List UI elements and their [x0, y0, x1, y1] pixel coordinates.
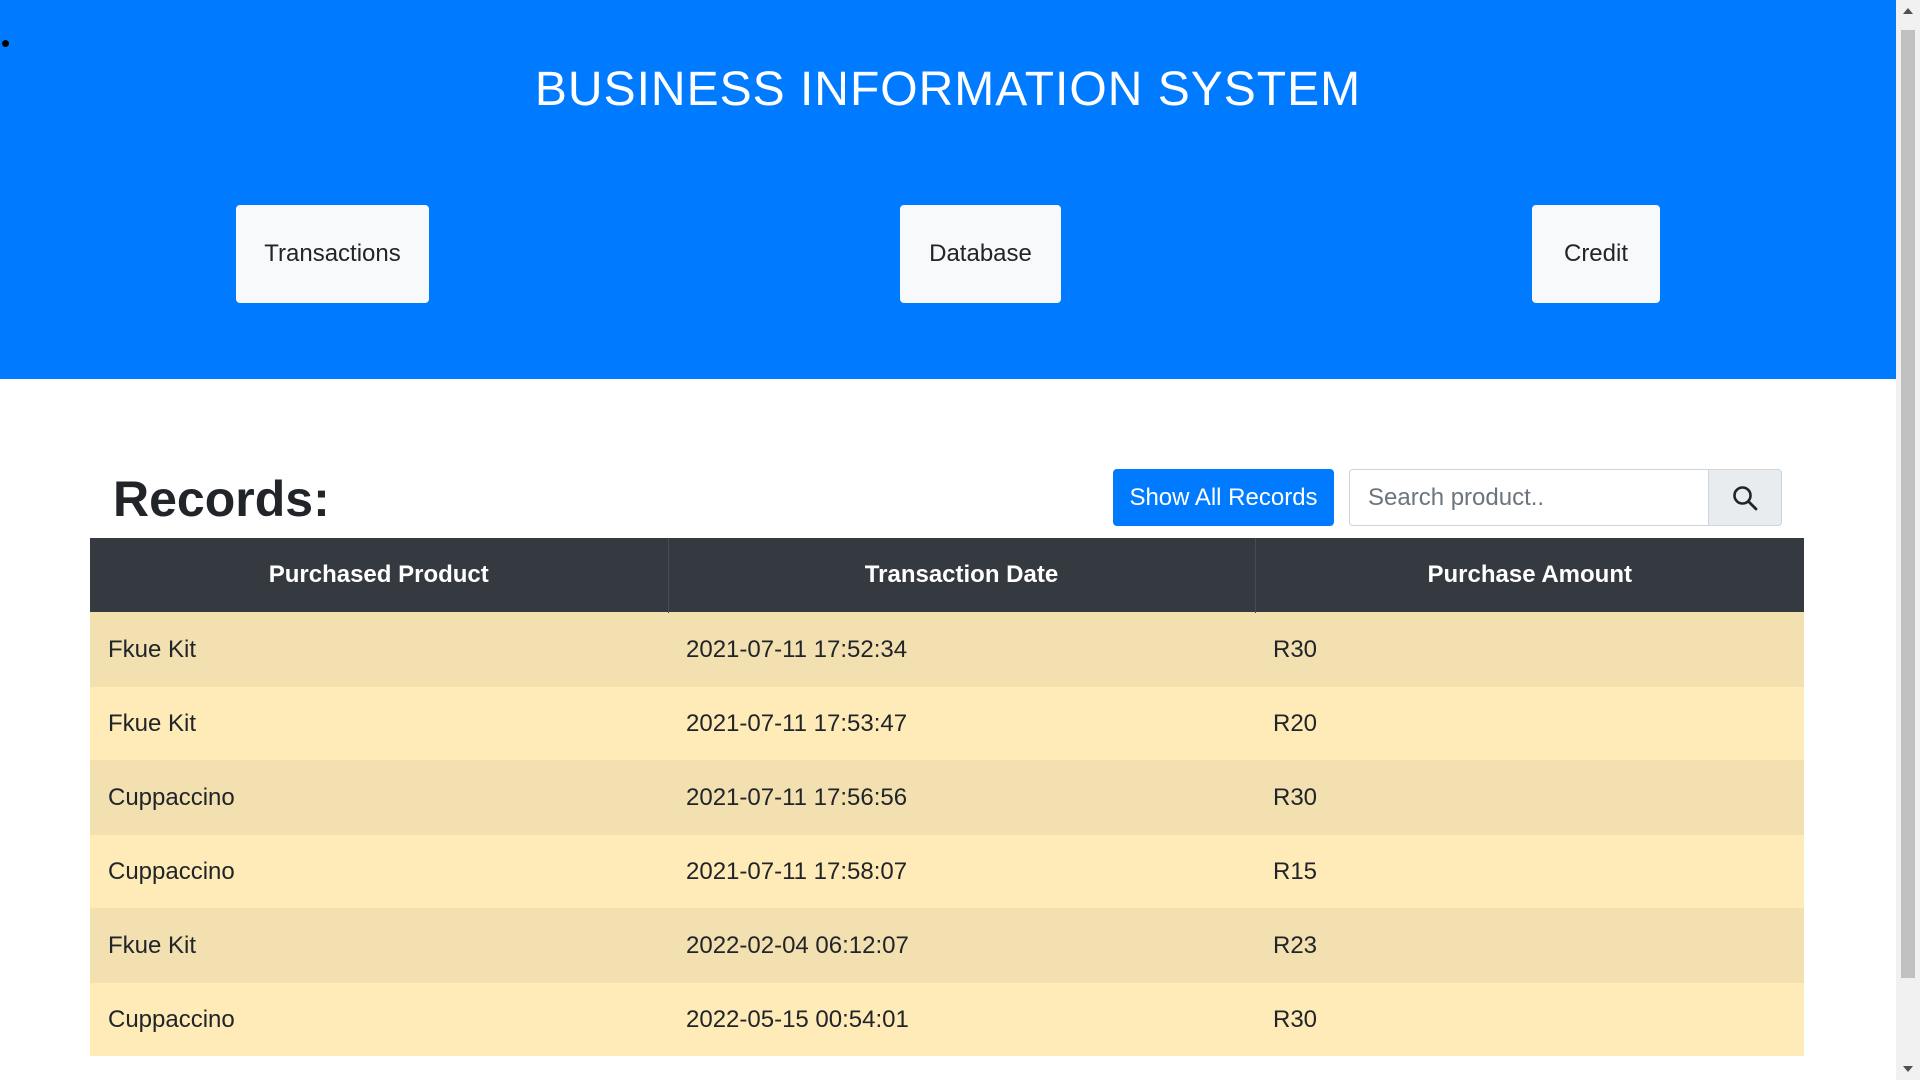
- date-cell: 2022-05-15 00:54:01: [668, 982, 1255, 1056]
- product-cell: Fkue Kit: [90, 612, 668, 687]
- date-cell: 2021-07-11 17:58:07: [668, 834, 1255, 909]
- date-cell: 2022-02-04 06:12:07: [668, 908, 1255, 983]
- table-row[interactable]: Fkue Kit 2021-07-11 17:53:47 R20: [90, 686, 1804, 761]
- column-header-transaction-date[interactable]: Transaction Date: [668, 538, 1256, 613]
- date-cell: 2021-07-11 17:52:34: [668, 612, 1255, 687]
- vertical-scrollbar[interactable]: [1896, 0, 1920, 1080]
- bullet-dot: [2, 40, 9, 47]
- product-cell: Fkue Kit: [90, 686, 668, 761]
- product-cell: Cuppaccino: [90, 982, 668, 1056]
- search-button[interactable]: [1708, 469, 1782, 526]
- table-row[interactable]: Cuppaccino 2021-07-11 17:56:56 R30: [90, 760, 1804, 835]
- amount-cell: R30: [1255, 982, 1804, 1056]
- column-header-purchase-amount[interactable]: Purchase Amount: [1255, 538, 1804, 613]
- main-content: BUSINESS INFORMATION SYSTEM Transactions…: [0, 0, 1896, 1080]
- scroll-down-arrow-icon[interactable]: [1903, 1066, 1913, 1072]
- table-body: Fkue Kit 2021-07-11 17:52:34 R30 Fkue Ki…: [90, 612, 1804, 1056]
- scrollbar-thumb[interactable]: [1901, 30, 1915, 978]
- date-cell: 2021-07-11 17:53:47: [668, 686, 1255, 761]
- transactions-button[interactable]: Transactions: [236, 205, 429, 303]
- amount-cell: R30: [1255, 612, 1804, 687]
- table-row[interactable]: Cuppaccino 2022-05-15 00:54:01 R30: [90, 982, 1804, 1056]
- table-row[interactable]: Fkue Kit 2022-02-04 06:12:07 R23: [90, 908, 1804, 983]
- page: BUSINESS INFORMATION SYSTEM Transactions…: [0, 0, 1920, 1080]
- show-all-records-button[interactable]: Show All Records: [1113, 469, 1334, 526]
- product-cell: Cuppaccino: [90, 760, 668, 835]
- product-cell: Fkue Kit: [90, 908, 668, 983]
- records-heading: Records:: [113, 471, 330, 527]
- credit-button[interactable]: Credit: [1532, 205, 1660, 303]
- date-cell: 2021-07-11 17:56:56: [668, 760, 1255, 835]
- scroll-up-arrow-icon[interactable]: [1903, 8, 1913, 14]
- app-title: BUSINESS INFORMATION SYSTEM: [534, 63, 1362, 116]
- database-button[interactable]: Database: [900, 205, 1061, 303]
- table-row[interactable]: Cuppaccino 2021-07-11 17:58:07 R15: [90, 834, 1804, 909]
- records-table: Purchased Product Transaction Date Purch…: [90, 538, 1804, 1056]
- search-icon: [1733, 485, 1758, 510]
- header-banner: BUSINESS INFORMATION SYSTEM Transactions…: [0, 0, 1896, 379]
- table-row[interactable]: Fkue Kit 2021-07-11 17:52:34 R30: [90, 612, 1804, 687]
- table-header: Purchased Product Transaction Date Purch…: [90, 538, 1804, 613]
- product-cell: Cuppaccino: [90, 834, 668, 909]
- amount-cell: R15: [1255, 834, 1804, 909]
- search-group: [1349, 469, 1782, 526]
- amount-cell: R20: [1255, 686, 1804, 761]
- amount-cell: R30: [1255, 760, 1804, 835]
- amount-cell: R23: [1255, 908, 1804, 983]
- column-header-purchased-product[interactable]: Purchased Product: [90, 538, 669, 613]
- search-input[interactable]: [1349, 469, 1708, 526]
